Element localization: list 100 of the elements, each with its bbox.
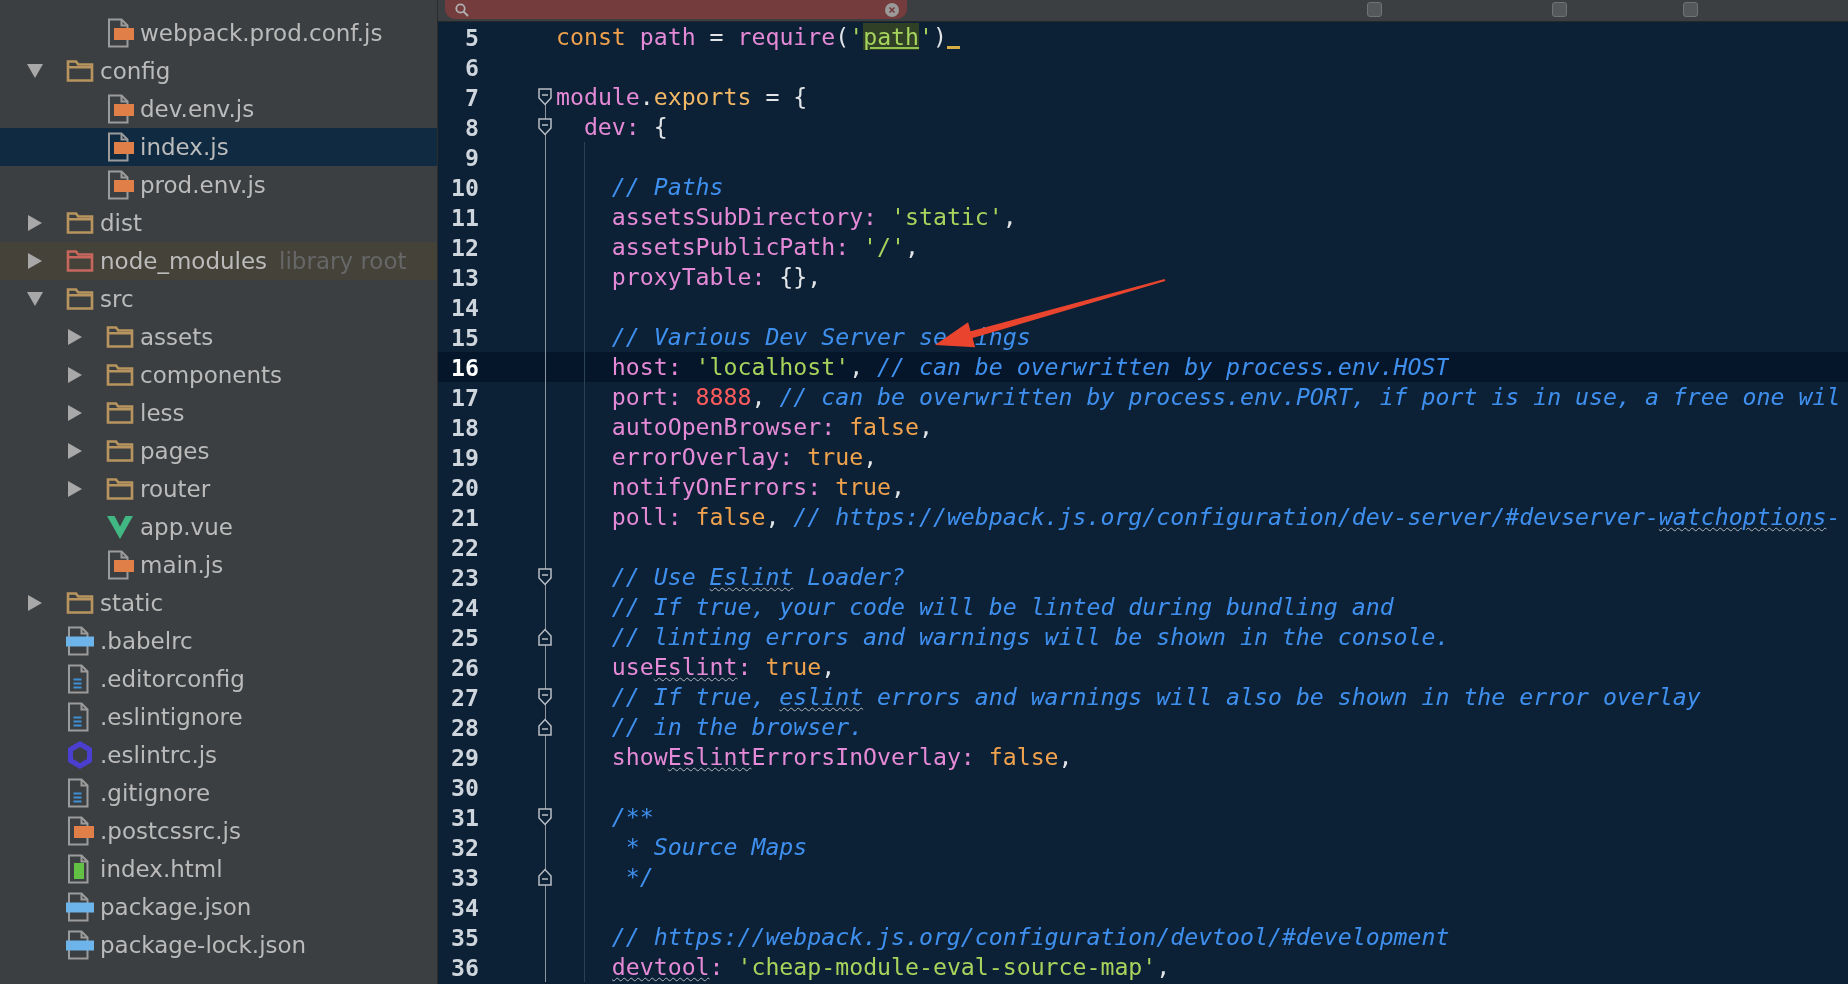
triangle-down-icon[interactable] — [27, 64, 43, 78]
line-number: 8 — [465, 113, 479, 141]
triangle-right-icon[interactable] — [28, 215, 42, 231]
code-line: useEslint: true, — [611, 652, 836, 682]
file-icon — [66, 930, 94, 960]
search-field[interactable] — [445, 0, 907, 19]
fold-start-icon[interactable] — [538, 688, 552, 706]
line-number: 11 — [451, 203, 479, 231]
tree-item[interactable]: .babelrc — [0, 622, 437, 660]
triangle-right-icon[interactable] — [68, 481, 82, 497]
line-number: 28 — [451, 713, 479, 741]
triangle-right-icon[interactable] — [28, 253, 42, 269]
tree-item[interactable]: package-lock.json — [0, 926, 437, 964]
code-line: notifyOnErrors: true, — [611, 472, 905, 502]
file-icon — [106, 94, 134, 124]
tree-item[interactable]: index.js — [0, 128, 437, 166]
fold-end-icon[interactable] — [538, 868, 552, 886]
tree-item[interactable]: webpack.prod.conf.js — [0, 14, 437, 52]
tree-item[interactable]: package.json — [0, 888, 437, 926]
triangle-down-icon[interactable] — [27, 292, 43, 306]
fold-start-icon[interactable] — [538, 808, 552, 826]
tree-item[interactable]: dev.env.js — [0, 90, 437, 128]
line-number: 23 — [451, 563, 479, 591]
tree-item[interactable]: .postcssrc.js — [0, 812, 437, 850]
tree-item[interactable]: router — [0, 470, 437, 508]
fold-end-icon[interactable] — [538, 628, 552, 646]
line-number: 27 — [451, 683, 479, 711]
line-number: 29 — [451, 743, 479, 771]
folder-icon — [66, 591, 94, 615]
line-number: 5 — [465, 23, 479, 51]
tree-item[interactable]: config — [0, 52, 437, 90]
fold-start-icon[interactable] — [538, 568, 552, 586]
line-number: 26 — [451, 653, 479, 681]
code-line: /** — [611, 802, 654, 832]
code-line: autoOpenBrowser: false, — [611, 412, 933, 442]
file-icon — [66, 816, 94, 846]
tree-item[interactable]: components — [0, 356, 437, 394]
line-number: 18 — [451, 413, 479, 441]
tree-item[interactable]: static — [0, 584, 437, 622]
tree-item[interactable]: .eslintrc.js — [0, 736, 437, 774]
fold-start-icon[interactable] — [538, 88, 552, 106]
search-icon — [455, 2, 469, 17]
tree-item[interactable]: app.vue — [0, 508, 437, 546]
code-line: // linting errors and warnings will be shown in the console. — [611, 622, 1450, 652]
folder-icon — [106, 477, 134, 501]
folder-icon — [106, 325, 134, 349]
tree-item[interactable]: .gitignore — [0, 774, 437, 812]
checkbox[interactable] — [1552, 2, 1567, 17]
line-number: 16 — [451, 353, 479, 381]
folder-icon — [66, 249, 94, 273]
line-number: 24 — [451, 593, 479, 621]
file-icon — [106, 18, 134, 48]
code-line: * Source Maps — [625, 832, 808, 862]
tree-item[interactable]: .eslintignore — [0, 698, 437, 736]
fold-end-icon[interactable] — [538, 718, 552, 736]
line-number: 14 — [451, 293, 479, 321]
fold-start-icon[interactable] — [538, 118, 552, 136]
folder-icon — [106, 363, 134, 387]
triangle-right-icon[interactable] — [68, 443, 82, 459]
folder-icon — [106, 401, 134, 425]
code-line: port: 8888, // can be overwritten by process.env.PORT, if port is in use, a free one wil — [611, 382, 1841, 412]
triangle-right-icon[interactable] — [68, 367, 82, 383]
code-line: module.exports = { — [556, 82, 808, 112]
tree-item[interactable]: less — [0, 394, 437, 432]
tree-item[interactable]: dist — [0, 204, 437, 242]
line-number: 35 — [451, 923, 479, 951]
triangle-right-icon[interactable] — [68, 329, 82, 345]
triangle-right-icon[interactable] — [28, 595, 42, 611]
checkbox[interactable] — [1683, 2, 1698, 17]
triangle-right-icon[interactable] — [68, 405, 82, 421]
code-line: devtool: 'cheap-module-eval-source-map', — [611, 952, 1171, 982]
code-line: showEslintErrorsInOverlay: false, — [611, 742, 1073, 772]
line-number: 10 — [451, 173, 479, 201]
tree-item[interactable]: .editorconfig — [0, 660, 437, 698]
folder-icon — [66, 59, 94, 83]
line-number: 6 — [465, 53, 479, 81]
line-number: 19 — [451, 443, 479, 471]
code-line: // Paths — [611, 172, 724, 202]
folder-icon — [66, 287, 94, 311]
tree-item[interactable]: assets — [0, 318, 437, 356]
tree-item[interactable]: pages — [0, 432, 437, 470]
line-number: 32 — [451, 833, 479, 861]
code-line: // If true, eslint errors and warnings will also be shown in the error overlay — [611, 682, 1701, 712]
code-line: */ — [625, 862, 654, 892]
file-icon — [66, 892, 94, 922]
tree-item[interactable]: prod.env.js — [0, 166, 437, 204]
line-number: 9 — [465, 143, 479, 171]
tree-item[interactable]: main.js — [0, 546, 437, 584]
clear-icon[interactable] — [885, 2, 899, 17]
line-number: 30 — [451, 773, 479, 801]
line-number: 33 — [451, 863, 479, 891]
line-number: 25 — [451, 623, 479, 651]
code-line: // https://webpack.js.org/configuration/devtool/#development — [611, 922, 1450, 952]
tree-item[interactable]: index.html — [0, 850, 437, 888]
tree-item[interactable]: src — [0, 280, 437, 318]
line-number: 21 — [451, 503, 479, 531]
file-icon — [106, 550, 134, 580]
file-icon — [106, 170, 134, 200]
checkbox[interactable] — [1367, 2, 1382, 17]
code-line: // in the browser. — [611, 712, 864, 742]
